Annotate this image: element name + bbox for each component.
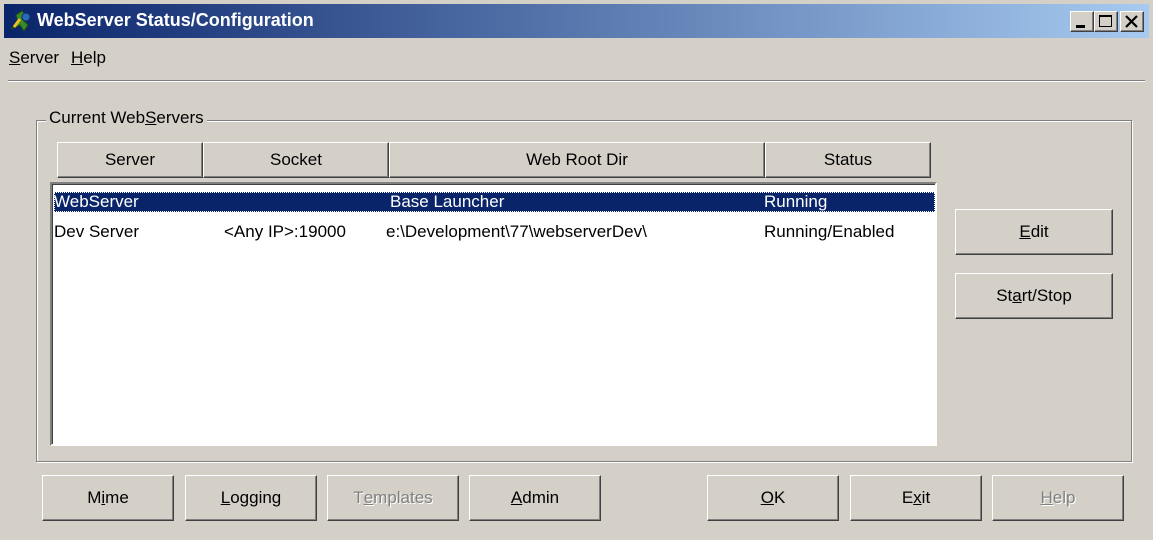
cell-server: Dev Server xyxy=(54,222,140,241)
start-stop-button[interactable]: St a rt/Stop xyxy=(955,273,1113,319)
logging-accel: L xyxy=(220,488,231,507)
cell-status: Running/Enabled xyxy=(764,222,895,241)
logging-button[interactable]: Logging xyxy=(185,475,317,521)
group-label-rest: ervers xyxy=(156,108,204,127)
cell-socket: <Any IP>:19000 xyxy=(224,222,346,241)
maximize-icon xyxy=(1099,15,1112,27)
startstop-prefix: St xyxy=(996,286,1013,305)
group-label: Current WebServers xyxy=(46,108,207,128)
window-title: WebServer Status/Configuration xyxy=(37,10,314,30)
cell-web-root-dir: Base Launcher xyxy=(390,192,505,211)
column-header-status[interactable]: Status xyxy=(765,142,931,178)
templates-prefix: T xyxy=(353,488,364,507)
cell-web-root-dir: e:\Development\77\webserverDev\ xyxy=(386,222,647,241)
list-item[interactable]: Dev Server <Any IP>:19000 e:\Development… xyxy=(54,222,935,242)
list-item[interactable]: WebServer Base Launcher Running xyxy=(54,192,935,212)
menu-server-rest: erver xyxy=(20,48,60,67)
menu-help-rest: elp xyxy=(83,48,106,67)
close-icon xyxy=(1125,15,1138,28)
column-header-web-root-dir[interactable]: Web Root Dir xyxy=(389,142,765,178)
help-accel: H xyxy=(1040,488,1053,507)
startstop-rest: rt/Stop xyxy=(1021,286,1072,305)
menu-separator xyxy=(8,80,1145,82)
mime-prefix: M xyxy=(87,488,102,507)
exit-rest: it xyxy=(921,488,931,507)
templates-button[interactable]: Te mplates xyxy=(327,475,459,521)
column-header-server[interactable]: Server xyxy=(57,142,203,178)
mime-button[interactable]: Mi me xyxy=(42,475,174,521)
exit-prefix: E xyxy=(901,488,914,507)
cell-server: WebServer xyxy=(54,192,139,211)
help-rest: elp xyxy=(1052,488,1076,507)
admin-button[interactable]: Admin xyxy=(469,475,601,521)
column-header-socket[interactable]: Socket xyxy=(203,142,389,178)
admin-accel: A xyxy=(510,488,523,507)
cell-status: Running xyxy=(764,192,828,211)
edit-rest: dit xyxy=(1030,222,1049,241)
minimize-button[interactable] xyxy=(1070,11,1094,32)
webserver-list[interactable]: WebServer Base Launcher Running Dev Serv… xyxy=(50,182,937,446)
title-bar[interactable]: WebServer Status/Configuration xyxy=(4,4,1149,38)
exit-accel: x xyxy=(913,488,922,507)
mime-rest: me xyxy=(105,488,129,507)
exit-button[interactable]: Ex it xyxy=(850,475,982,521)
menu-server[interactable]: Server xyxy=(9,48,59,68)
startstop-accel: a xyxy=(1012,286,1022,305)
menu-server-accel: S xyxy=(9,48,21,67)
menu-help-accel: H xyxy=(71,48,84,67)
minimize-icon xyxy=(1076,25,1085,28)
webserver-app-icon xyxy=(8,9,34,33)
logging-rest: ogging xyxy=(230,488,282,507)
edit-accel: E xyxy=(1019,222,1031,241)
close-button[interactable] xyxy=(1120,11,1144,32)
ok-button[interactable]: OK xyxy=(707,475,839,521)
ok-accel: O xyxy=(760,488,774,507)
maximize-button[interactable] xyxy=(1094,11,1118,32)
templates-accel: e xyxy=(363,488,374,507)
edit-button[interactable]: Edit xyxy=(955,209,1113,255)
ok-rest: K xyxy=(773,488,786,507)
group-label-prefix: Current Web xyxy=(49,108,146,127)
menu-help[interactable]: Help xyxy=(71,48,106,68)
main-window: WebServer Status/Configuration Server He… xyxy=(0,0,1153,540)
menu-bar: Server Help xyxy=(4,42,1149,72)
templates-rest: mplates xyxy=(373,488,433,507)
group-label-accel: S xyxy=(145,108,157,127)
admin-rest: dmin xyxy=(522,488,560,507)
help-button[interactable]: Help xyxy=(992,475,1124,521)
